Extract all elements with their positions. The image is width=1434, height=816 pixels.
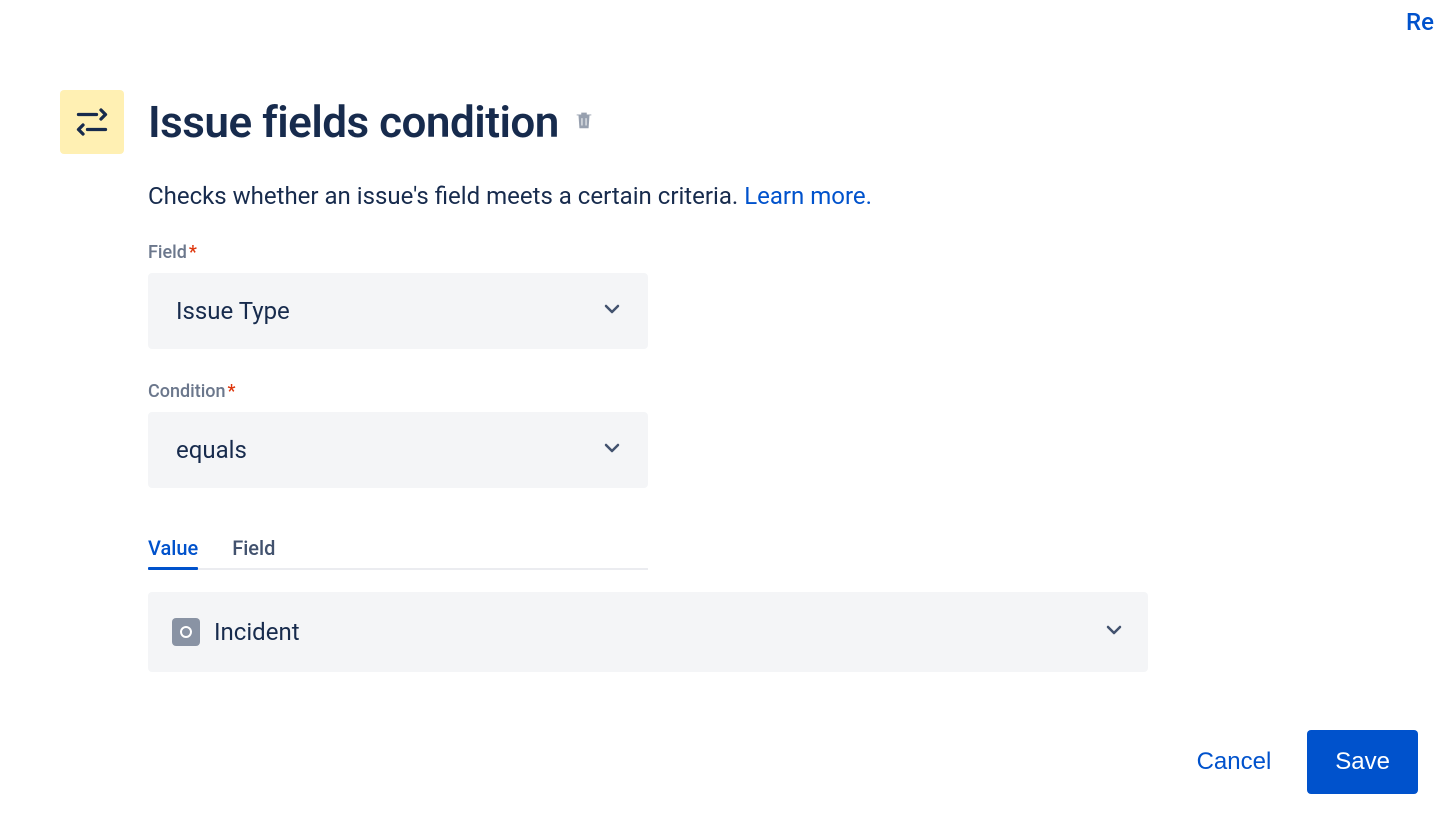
condition-label: Condition* <box>148 381 1418 402</box>
field-label-text: Field <box>148 242 187 263</box>
value-select-text: Incident <box>214 618 1102 646</box>
chevron-down-icon <box>600 436 624 464</box>
value-select[interactable]: Incident <box>148 592 1148 672</box>
chevron-down-icon <box>1102 618 1126 646</box>
condition-label-text: Condition <box>148 381 226 402</box>
condition-select[interactable]: equals <box>148 412 648 488</box>
cancel-button[interactable]: Cancel <box>1175 734 1294 790</box>
condition-select-value: equals <box>176 436 247 464</box>
tab-value[interactable]: Value <box>148 528 198 568</box>
learn-more-link[interactable]: Learn more. <box>744 182 872 210</box>
condition-icon <box>60 90 124 154</box>
issue-type-icon <box>172 618 200 646</box>
field-select-value: Issue Type <box>176 297 290 325</box>
description-text: Checks whether an issue's field meets a … <box>148 182 1418 210</box>
field-select[interactable]: Issue Type <box>148 273 648 349</box>
page-title: Issue fields condition <box>148 96 559 148</box>
save-button[interactable]: Save <box>1307 730 1418 794</box>
delete-icon[interactable] <box>573 108 595 136</box>
tab-field[interactable]: Field <box>232 528 275 568</box>
required-marker: * <box>189 242 197 263</box>
required-marker: * <box>228 381 236 402</box>
field-label: Field* <box>148 242 1418 263</box>
chevron-down-icon <box>600 297 624 325</box>
description-body: Checks whether an issue's field meets a … <box>148 182 744 210</box>
value-field-tabs: Value Field <box>148 528 648 570</box>
top-right-partial-link[interactable]: Re <box>1406 8 1434 36</box>
